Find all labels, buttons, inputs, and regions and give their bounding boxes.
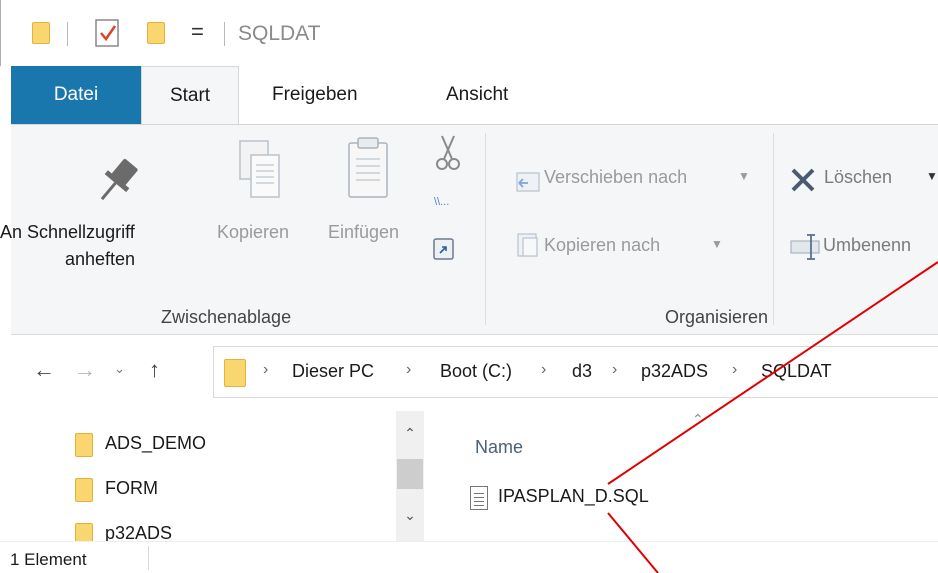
pin-icon[interactable] (91, 153, 145, 207)
title-separator (224, 22, 225, 46)
delete-icon[interactable] (788, 165, 818, 195)
rename-icon[interactable] (788, 231, 824, 261)
paste-icon[interactable] (345, 135, 393, 205)
column-header-name[interactable]: Name (475, 437, 523, 458)
text-file-icon (470, 486, 488, 510)
paste-button-label[interactable]: Einfügen (328, 222, 399, 243)
ribbon-inner-separator (773, 133, 774, 325)
delete-button[interactable]: Löschen (824, 167, 892, 188)
rename-button[interactable]: Umbenenn (823, 235, 911, 256)
breadcrumb-item[interactable]: SQLDAT (761, 361, 832, 382)
file-list-pane: ⌃ Name IPASPLAN_D.SQL (424, 411, 938, 541)
properties-icon[interactable] (94, 18, 122, 48)
scroll-down-icon[interactable]: ⌄ (396, 507, 424, 524)
pin-quick-access-label-2[interactable]: anheften (65, 249, 135, 270)
new-folder-icon[interactable] (147, 22, 165, 44)
delete-dropdown-icon[interactable]: ▼ (926, 169, 938, 183)
qat-customize-icon[interactable]: = (191, 19, 204, 45)
tab-datei[interactable]: Datei (11, 66, 141, 124)
status-separator (148, 546, 149, 570)
scrollbar-thumb[interactable] (397, 459, 423, 489)
move-to-icon[interactable] (514, 167, 544, 193)
status-bar: 1 Element (0, 541, 938, 573)
scroll-up-icon[interactable]: ⌃ (396, 425, 424, 442)
breadcrumb-item[interactable]: d3 (572, 361, 592, 382)
folder-icon (75, 433, 93, 457)
copy-to-icon[interactable] (514, 231, 544, 259)
breadcrumb-chevron-icon[interactable]: › (541, 361, 546, 379)
breadcrumb-item[interactable]: Dieser PC (292, 361, 374, 382)
copy-to-button[interactable]: Kopieren nach (544, 235, 660, 256)
back-arrow-icon[interactable]: ← (33, 357, 55, 383)
ribbon: An Schnellzugriff anheften Kopieren Einf… (0, 124, 938, 335)
pin-quick-access-label[interactable]: An Schnellzugriff (0, 222, 135, 243)
tab-start[interactable]: Start (141, 66, 239, 124)
item-count: 1 Element (10, 550, 87, 569)
vertical-scrollbar[interactable]: ⌃ ⌄ (396, 411, 424, 541)
breadcrumb-item[interactable]: p32ADS (641, 361, 708, 382)
navigation-pane: ADS_DEMO FORM p32ADS ⌃ ⌄ (11, 411, 424, 541)
qat-separator (67, 22, 68, 46)
folder-icon (224, 359, 246, 387)
copy-button-label[interactable]: Kopieren (217, 222, 289, 243)
svg-text:\\...: \\... (434, 196, 449, 208)
title-bar: = SQLDAT (0, 0, 938, 66)
forward-arrow-icon[interactable]: → (74, 357, 96, 383)
sort-caret-icon: ⌃ (692, 411, 704, 427)
address-box[interactable]: › Dieser PC › Boot (C:) › d3 › p32ADS › … (213, 346, 938, 398)
tab-freigeben[interactable]: Freigeben (258, 66, 372, 124)
ribbon-group-separator (485, 133, 486, 325)
up-arrow-icon[interactable]: ↑ (149, 357, 160, 383)
paste-shortcut-icon[interactable] (432, 235, 456, 261)
breadcrumb-chevron-icon[interactable]: › (612, 361, 617, 379)
copy-path-icon[interactable]: \\... (432, 193, 460, 209)
tree-item-label: ADS_DEMO (105, 433, 207, 453)
navigation-bar: ← → ⌄ ↑ › Dieser PC › Boot (C:) › d3 › p… (11, 337, 938, 411)
copy-icon[interactable] (236, 137, 284, 203)
breadcrumb-chevron-icon[interactable]: › (406, 361, 411, 379)
breadcrumb-chevron-icon[interactable]: › (732, 361, 737, 379)
folder-icon (75, 523, 93, 541)
copy-to-dropdown-icon[interactable]: ▼ (711, 237, 723, 251)
move-to-dropdown-icon[interactable]: ▼ (738, 169, 750, 183)
cut-icon[interactable] (434, 133, 462, 173)
breadcrumb-chevron-icon[interactable]: › (263, 361, 268, 379)
tree-item-label: FORM (105, 478, 158, 498)
window-title: SQLDAT (238, 22, 321, 45)
ribbon-tab-bar: Datei Start Freigeben Ansicht (0, 66, 938, 124)
organize-group-label: Organisieren (665, 307, 769, 327)
tab-ansicht[interactable]: Ansicht (432, 66, 522, 124)
tree-item-label: p32ADS (105, 523, 173, 541)
folder-icon (75, 478, 93, 502)
clipboard-group-label: Zwischenablage (161, 307, 292, 327)
recent-locations-chevron-icon[interactable]: ⌄ (114, 361, 125, 377)
file-name: IPASPLAN_D.SQL (498, 486, 649, 506)
move-to-button[interactable]: Verschieben nach (544, 167, 687, 188)
breadcrumb-item[interactable]: Boot (C:) (440, 361, 512, 382)
folder-icon (32, 22, 50, 44)
